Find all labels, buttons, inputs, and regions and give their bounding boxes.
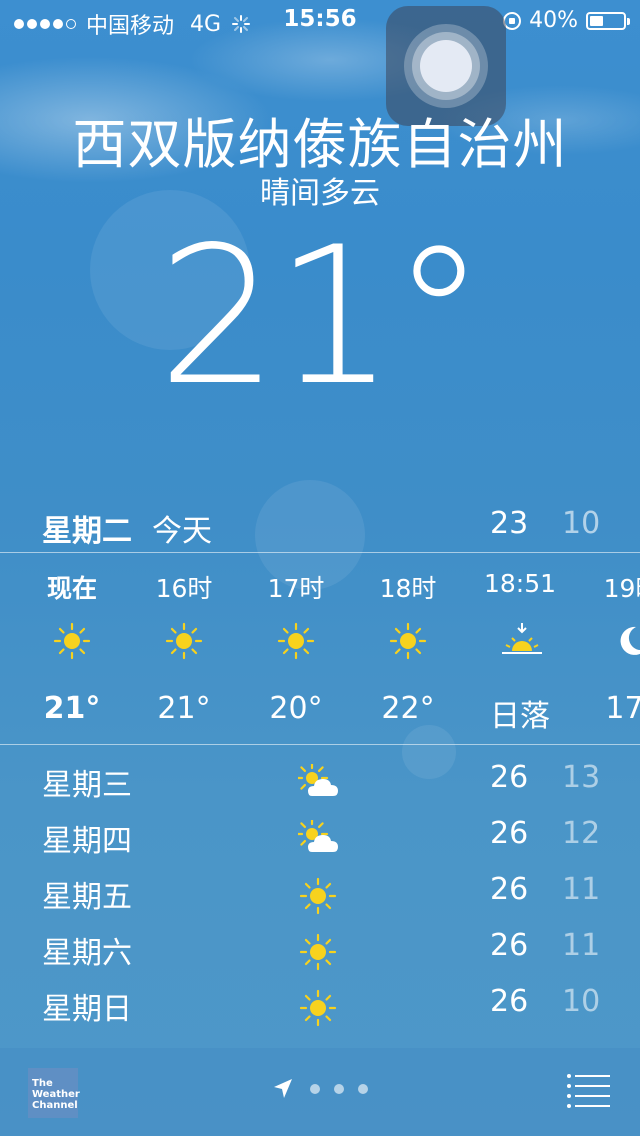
sun-icon [276, 621, 316, 661]
daily-row: 星期六 26 11 [0, 920, 640, 976]
page-dot[interactable] [310, 1084, 320, 1094]
page-indicator[interactable] [310, 1084, 368, 1094]
hour-label: 17时 [267, 574, 325, 603]
daily-high: 26 [490, 760, 529, 795]
city-list-icon[interactable] [566, 1072, 610, 1110]
daily-high: 26 [490, 816, 529, 851]
hour-label: 16时 [155, 574, 213, 603]
daily-low: 11 [562, 928, 601, 963]
moon-icon [612, 621, 640, 661]
hour-temp: 21° [43, 691, 101, 726]
sun-icon [52, 621, 92, 661]
daily-weekday: 星期六 [42, 936, 132, 971]
hour-label: 18:51 [483, 569, 557, 598]
page-dot[interactable] [358, 1084, 368, 1094]
partly-cloudy-icon [295, 817, 342, 856]
weather-channel-logo[interactable]: The Weather Channel [28, 1068, 80, 1118]
daily-low: 13 [562, 760, 601, 795]
hourly-forecast[interactable]: 现在 21° 16时 21° 17时 20° 18时 22° 18:51 日落 … [0, 553, 640, 743]
sun-icon [298, 932, 342, 971]
battery-icon [586, 11, 630, 30]
bottom-toolbar: The Weather Channel [0, 1048, 640, 1136]
daily-low: 12 [562, 816, 601, 851]
daily-forecast[interactable]: 星期三 26 13 星期四 26 12 星期五 26 11 星期六 26 11 … [0, 752, 640, 1048]
hour-temp: 21° [157, 691, 211, 726]
partly-cloudy-icon [295, 761, 342, 800]
hour-label: 18时 [379, 574, 437, 603]
daily-weekday: 星期日 [42, 992, 132, 1027]
daily-row: 星期三 26 13 [0, 752, 640, 808]
hour-label: 现在 [46, 574, 97, 603]
today-high: 23 [490, 506, 529, 541]
today-low: 10 [562, 506, 601, 541]
sun-icon [164, 621, 204, 661]
hour-label: 19时 [603, 574, 640, 603]
sunset-icon [500, 621, 542, 661]
daily-low: 11 [562, 872, 601, 907]
page-dot[interactable] [334, 1084, 344, 1094]
hour-temp: 22° [381, 691, 435, 726]
daily-weekday: 星期三 [42, 768, 132, 803]
current-temperature: 21° [157, 206, 487, 427]
daily-high: 26 [490, 928, 529, 963]
logo-text: The Weather Channel [32, 1078, 80, 1111]
location-arrow-icon[interactable] [270, 1076, 296, 1102]
hour-temp: 17° [605, 691, 640, 726]
status-bar: 中国移动 4G 15:56 40% [0, 0, 640, 40]
daily-low: 10 [562, 984, 601, 1019]
sun-icon [298, 988, 342, 1027]
daily-high: 26 [490, 984, 529, 1019]
status-right: 40% [503, 8, 630, 33]
daily-row: 星期日 26 10 [0, 976, 640, 1032]
daily-row: 星期五 26 11 [0, 864, 640, 920]
daily-weekday: 星期五 [42, 880, 132, 915]
daily-weekday: 星期四 [42, 824, 132, 859]
divider [0, 744, 640, 745]
hour-temp: 日落 [490, 699, 550, 734]
sun-icon [298, 876, 342, 915]
today-label: 今天 [152, 514, 212, 549]
battery-percent: 40% [529, 8, 578, 33]
daily-high: 26 [490, 872, 529, 907]
hour-temp: 20° [269, 691, 323, 726]
today-weekday: 星期二 [42, 514, 132, 549]
daily-row: 星期四 26 12 [0, 808, 640, 864]
sun-icon [388, 621, 428, 661]
today-summary-row: 星期二 今天 23 10 [0, 500, 640, 550]
